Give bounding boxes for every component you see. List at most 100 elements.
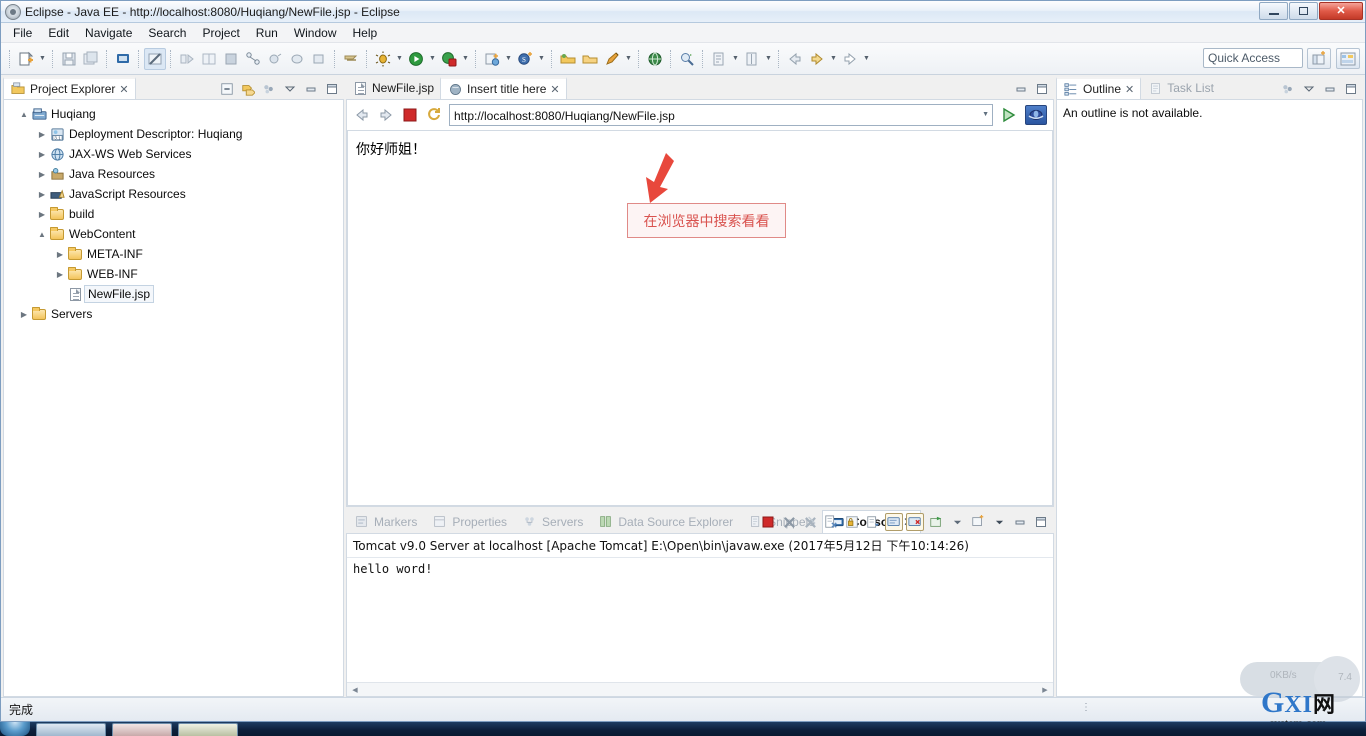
minimize-icon[interactable] (1013, 81, 1029, 97)
save-icon[interactable] (58, 48, 80, 70)
twisty-collapsed-icon[interactable]: ▶ (18, 310, 30, 319)
maximize-icon[interactable] (324, 81, 340, 97)
maximize-icon[interactable] (1032, 513, 1050, 531)
menu-file[interactable]: File (5, 24, 40, 42)
remove-launch-icon[interactable] (780, 513, 798, 531)
next-edit-icon[interactable] (708, 48, 730, 70)
debug-icon[interactable] (372, 48, 394, 70)
menu-navigate[interactable]: Navigate (77, 24, 140, 42)
scroll-right-icon[interactable]: ▶ (1039, 686, 1051, 694)
minimize-icon[interactable] (1011, 513, 1029, 531)
tab-properties[interactable]: Properties (424, 510, 514, 533)
close-icon[interactable]: ✕ (550, 83, 559, 96)
next-annotation-icon[interactable] (176, 48, 198, 70)
taskbar-item-1[interactable] (36, 722, 106, 736)
link-with-editor-icon[interactable] (242, 48, 264, 70)
tree-item-huqiang[interactable]: ▲ Huqiang (4, 104, 343, 124)
twisty-collapsed-icon[interactable]: ▶ (36, 190, 48, 199)
new-console-dropdown-arrow[interactable] (990, 513, 1008, 531)
twisty-collapsed-icon[interactable]: ▶ (36, 210, 48, 219)
menu-run[interactable]: Run (248, 24, 286, 42)
minimize-button[interactable] (1259, 2, 1288, 20)
menu-window[interactable]: Window (286, 24, 345, 42)
remove-all-terminated-icon[interactable] (801, 513, 819, 531)
minimize-icon[interactable] (1322, 81, 1338, 97)
new-wizard-icon[interactable] (15, 48, 37, 70)
back-icon[interactable] (784, 48, 806, 70)
tab-outline[interactable]: Outline ✕ (1056, 77, 1142, 99)
tree-item-newfile-jsp[interactable]: NewFile.jsp (4, 284, 343, 304)
chevron-down-icon[interactable]: ▼ (982, 111, 989, 118)
run-dropdown-arrow[interactable]: ▼ (427, 49, 438, 69)
forward-dropdown-arrow[interactable]: ▼ (828, 49, 839, 69)
tab-project-explorer[interactable]: Project Explorer ✕ (3, 77, 136, 99)
java-ee-perspective-icon[interactable] (1336, 48, 1360, 69)
search-icon[interactable] (676, 48, 698, 70)
new-ejb-dropdown-arrow[interactable]: ▼ (503, 49, 514, 69)
tree-item-web-inf[interactable]: ▶ WEB-INF (4, 264, 343, 284)
display-selected-console-icon[interactable] (906, 513, 924, 531)
debug-dropdown-arrow[interactable]: ▼ (394, 49, 405, 69)
next-edit-dropdown-arrow[interactable]: ▼ (730, 49, 741, 69)
twisty-expanded-icon[interactable]: ▲ (18, 110, 30, 119)
twisty-expanded-icon[interactable]: ▲ (36, 230, 48, 239)
taskbar-item-3[interactable] (178, 722, 238, 736)
maximize-icon[interactable] (1034, 81, 1050, 97)
tab-task-list[interactable]: Task List (1141, 77, 1220, 99)
collapse-all-icon[interactable] (219, 81, 235, 97)
console-horizontal-scrollbar[interactable]: ◀ ▶ (347, 682, 1053, 696)
open-task-icon[interactable] (579, 48, 601, 70)
chevron-down-icon[interactable] (282, 81, 298, 97)
tab-insert-title-here[interactable]: Insert title here ✕ (440, 77, 567, 99)
forward-arrow-icon[interactable] (377, 106, 395, 124)
restore-button[interactable] (1289, 2, 1318, 20)
tree-item-meta-inf[interactable]: ▶ META-INF (4, 244, 343, 264)
tab-markers[interactable]: Markers (346, 510, 424, 533)
minimize-icon[interactable] (303, 81, 319, 97)
scroll-lock-icon[interactable] (843, 513, 861, 531)
twisty-collapsed-icon[interactable]: ▶ (54, 270, 66, 279)
tab-newfile-jsp[interactable]: NewFile.jsp (346, 77, 440, 99)
previous-annotation-icon[interactable] (198, 48, 220, 70)
chevron-down-icon[interactable] (1301, 81, 1317, 97)
stop-icon[interactable] (401, 106, 419, 124)
status-resize-grip[interactable]: ⋮ (1081, 702, 1092, 713)
tree-item-servers[interactable]: ▶ Servers (4, 304, 343, 324)
new-console-view-icon[interactable] (969, 513, 987, 531)
view-menu-icon[interactable] (261, 81, 277, 97)
close-button[interactable]: ✕ (1319, 2, 1363, 20)
back-arrow-icon[interactable] (353, 106, 371, 124)
last-edit-icon[interactable] (220, 48, 242, 70)
close-icon[interactable]: ✕ (119, 83, 128, 96)
next-dropdown-arrow[interactable]: ▼ (861, 49, 872, 69)
open-console-dropdown-arrow[interactable] (948, 513, 966, 531)
run-server-dropdown-arrow[interactable]: ▼ (460, 49, 471, 69)
menu-project[interactable]: Project (194, 24, 247, 42)
clear-console-icon[interactable] (822, 513, 840, 531)
open-in-external-browser-icon[interactable] (1025, 105, 1047, 125)
url-input[interactable]: http://localhost:8080/Huqiang/NewFile.js… (449, 104, 993, 126)
tree-item-jax-ws-web-services[interactable]: ▶ JAX-WS Web Services (4, 144, 343, 164)
open-dropdown-arrow[interactable]: ▼ (623, 49, 634, 69)
twisty-collapsed-icon[interactable]: ▶ (54, 250, 66, 259)
open-type-icon[interactable] (557, 48, 579, 70)
tab-servers[interactable]: Servers (514, 510, 590, 533)
quick-access-input[interactable]: Quick Access (1203, 48, 1303, 68)
refresh-icon[interactable] (425, 106, 443, 124)
scroll-left-icon[interactable]: ◀ (349, 686, 361, 694)
new-project-icon[interactable] (308, 48, 330, 70)
menu-search[interactable]: Search (140, 24, 194, 42)
menu-edit[interactable]: Edit (40, 24, 77, 42)
forward-icon[interactable] (806, 48, 828, 70)
new-class-icon[interactable] (286, 48, 308, 70)
tab-data-source-explorer[interactable]: Data Source Explorer (590, 510, 740, 533)
save-all-icon[interactable] (80, 48, 102, 70)
maximize-icon[interactable] (1343, 81, 1359, 97)
twisty-collapsed-icon[interactable]: ▶ (36, 170, 48, 179)
externalize-strings-icon[interactable] (340, 48, 362, 70)
run-icon[interactable] (405, 48, 427, 70)
previous-edit-icon[interactable] (741, 48, 763, 70)
tree-item-java-resources[interactable]: ▶ Java Resources (4, 164, 343, 184)
terminate-icon[interactable] (759, 513, 777, 531)
taskbar-item-2[interactable] (112, 722, 172, 736)
